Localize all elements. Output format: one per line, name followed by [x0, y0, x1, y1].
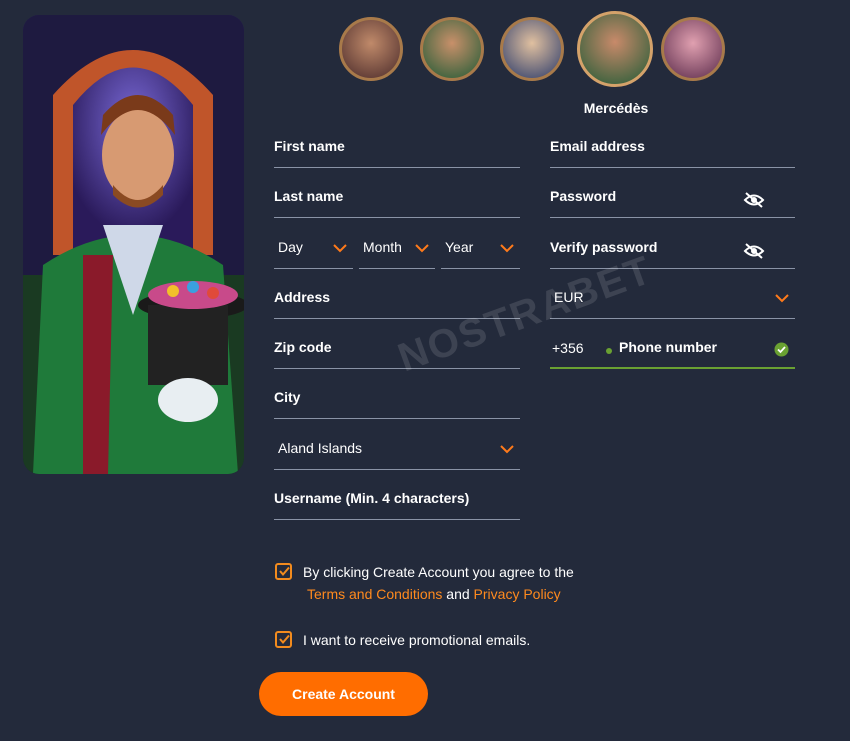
- avatar-option[interactable]: [420, 17, 484, 81]
- last-name-label: Last name: [274, 188, 344, 204]
- create-account-button[interactable]: Create Account: [259, 672, 428, 716]
- country-select[interactable]: Aland Islands: [274, 432, 520, 470]
- day-select[interactable]: Day: [274, 231, 353, 269]
- valid-check-icon: [774, 342, 789, 357]
- month-label: Month: [363, 239, 402, 255]
- city-field[interactable]: City: [274, 381, 520, 419]
- avatar-option[interactable]: [339, 17, 403, 81]
- email-field[interactable]: Email address: [550, 130, 795, 168]
- terms-links: Terms and Conditions and Privacy Policy: [307, 586, 561, 602]
- currency-value: EUR: [554, 289, 584, 305]
- month-select[interactable]: Month: [359, 231, 435, 269]
- terms-and-conditions-link[interactable]: Terms and Conditions: [307, 586, 442, 602]
- password-field[interactable]: Password: [550, 180, 795, 218]
- status-dot: [606, 348, 612, 354]
- email-label: Email address: [550, 138, 645, 154]
- promo-checkbox[interactable]: [275, 631, 292, 648]
- first-name-field[interactable]: First name: [274, 130, 520, 168]
- last-name-field[interactable]: Last name: [274, 180, 520, 218]
- phone-field[interactable]: +356 Phone number: [550, 331, 795, 369]
- eye-off-icon[interactable]: [743, 191, 765, 209]
- day-label: Day: [278, 239, 303, 255]
- chevron-down-icon: [333, 244, 347, 253]
- avatar-option[interactable]: [661, 17, 725, 81]
- country-value: Aland Islands: [278, 440, 363, 456]
- chevron-down-icon: [415, 243, 429, 253]
- zip-code-field[interactable]: Zip code: [274, 331, 520, 369]
- verify-password-field[interactable]: Verify password: [550, 231, 795, 269]
- hero-illustration: [23, 15, 244, 474]
- terms-text: By clicking Create Account you agree to …: [303, 564, 574, 580]
- terms-checkbox[interactable]: [275, 563, 292, 580]
- chevron-down-icon: [500, 244, 514, 253]
- chevron-down-icon: [775, 294, 789, 303]
- address-label: Address: [274, 289, 331, 305]
- terms-prefix: By clicking Create Account you agree to …: [303, 564, 574, 580]
- avatar-option[interactable]: [500, 17, 564, 81]
- promo-text: I want to receive promotional emails.: [303, 632, 531, 648]
- chevron-down-icon: [500, 445, 514, 454]
- checkmark-icon: [279, 566, 290, 577]
- currency-select[interactable]: EUR: [550, 281, 795, 319]
- address-field[interactable]: Address: [274, 281, 520, 319]
- avatar-picker: Mercédès: [339, 11, 731, 116]
- first-name-label: First name: [274, 138, 345, 154]
- phone-prefix[interactable]: +356: [552, 340, 584, 356]
- username-field[interactable]: Username (Min. 4 characters): [274, 482, 520, 520]
- privacy-policy-link[interactable]: Privacy Policy: [474, 586, 561, 602]
- checkmark-icon: [279, 634, 290, 645]
- zip-code-label: Zip code: [274, 339, 332, 355]
- year-select[interactable]: Year: [441, 231, 520, 269]
- and-text: and: [446, 586, 470, 602]
- eye-off-icon[interactable]: [743, 242, 765, 260]
- phone-label: Phone number: [619, 339, 718, 355]
- password-label: Password: [550, 188, 617, 204]
- city-label: City: [274, 389, 301, 405]
- avatar-option-selected[interactable]: [577, 11, 653, 87]
- verify-password-label: Verify password: [550, 239, 658, 255]
- selected-avatar-name: Mercédès: [583, 100, 649, 116]
- username-label: Username (Min. 4 characters): [274, 490, 470, 506]
- year-label: Year: [445, 239, 474, 255]
